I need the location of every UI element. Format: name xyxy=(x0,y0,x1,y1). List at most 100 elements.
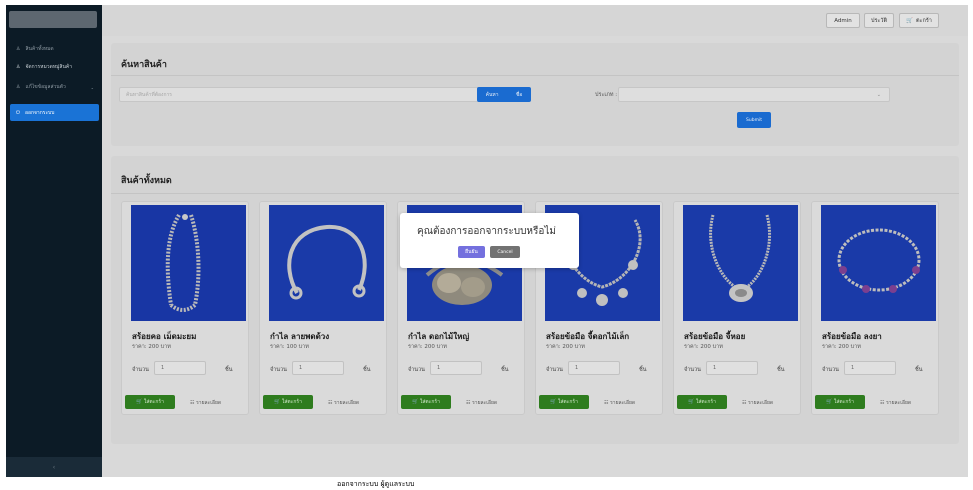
category-label: ประเภท : xyxy=(595,92,618,98)
person-icon: ♙ xyxy=(16,84,21,90)
search-input[interactable]: ค้นหาสินค้าที่ต้องการ xyxy=(119,87,481,102)
sidebar-item-logout[interactable]: ⏻ ออกจากระบบ xyxy=(10,104,99,121)
details-button[interactable]: ☷ รายละเอียด xyxy=(328,399,359,407)
product-name: สร้อยคอ เม็ดมะยม xyxy=(132,332,197,341)
sidebar-item-label: จัดการหมวดหมู่สินค้า xyxy=(25,64,73,70)
product-image[interactable] xyxy=(683,205,798,321)
unit-label: ชิ้น xyxy=(501,367,509,373)
submit-label: Submit xyxy=(746,117,762,123)
product-price: ราคา: 200 บาท xyxy=(546,344,585,350)
details-button[interactable]: ☷ รายละเอียด xyxy=(604,399,635,407)
sidebar-item-categories[interactable]: ♙ จัดการหมวดหมู่สินค้า xyxy=(6,60,102,74)
cancel-button[interactable]: Cancel xyxy=(490,246,520,258)
details-button[interactable]: ☷ รายละเอียด xyxy=(466,399,497,407)
product-name: กำไล ลายพดด้วง xyxy=(270,332,330,341)
quantity-input[interactable]: 1 xyxy=(154,361,206,375)
person-icon: ♙ xyxy=(16,46,21,52)
add-to-cart-button[interactable]: 🛒 ใส่ตะกร้า xyxy=(677,395,727,409)
quantity-label: จำนวน xyxy=(822,367,839,373)
quantity-input[interactable]: 1 xyxy=(430,361,482,375)
product-price: ราคา: 200 บาท xyxy=(408,344,447,350)
cart-label: ตะกร้า xyxy=(915,17,932,24)
admin-label: Admin xyxy=(834,17,852,24)
quantity-label: จำนวน xyxy=(684,367,701,373)
sidebar: ♙ สินค้าทั้งหมด ♙ จัดการหมวดหมู่สินค้า ♙… xyxy=(6,5,102,477)
sidebar-item-label: สินค้าทั้งหมด xyxy=(25,46,54,52)
product-card: สร้อยข้อมือ จี้หอย ราคา: 200 บาท จำนวน 1… xyxy=(673,201,801,415)
product-card: สร้อยข้อมือ ลงยา ราคา: 200 บาท จำนวน 1 ช… xyxy=(811,201,939,415)
product-image[interactable] xyxy=(131,205,246,321)
sidebar-item-label: แก้ไขข้อมูลส่วนตัว xyxy=(25,84,66,90)
chevron-down-icon: ⌄ xyxy=(90,84,94,90)
quantity-label: จำนวน xyxy=(270,367,287,373)
quantity-value: 1 xyxy=(437,365,441,371)
unit-label: ชิ้น xyxy=(225,367,233,373)
sidebar-item-label: ออกจากระบบ xyxy=(24,109,55,116)
divider xyxy=(111,75,959,76)
unit-label: ชิ้น xyxy=(777,367,785,373)
search-panel-title: ค้นหาสินค้า xyxy=(121,60,167,70)
topbar: Admin ประวัติ 🛒 ตะกร้า xyxy=(102,5,968,36)
quantity-value: 1 xyxy=(161,365,165,371)
details-button[interactable]: ☷ รายละเอียด xyxy=(742,399,773,407)
unit-label: ชิ้น xyxy=(363,367,371,373)
product-price: ราคา: 200 บาท xyxy=(132,344,171,350)
search-button[interactable]: ค้นหา ชื่อ xyxy=(477,87,531,102)
unit-label: ชิ้น xyxy=(915,367,923,373)
chevron-down-icon: ⌄ xyxy=(876,91,881,98)
product-price: ราคา: 100 บาท xyxy=(270,344,309,350)
add-to-cart-button[interactable]: 🛒 ใส่ตะกร้า xyxy=(539,395,589,409)
sidebar-collapse-button[interactable]: ‹ xyxy=(6,457,102,477)
quantity-input[interactable]: 1 xyxy=(844,361,896,375)
search-label: ค้นหา xyxy=(485,91,499,98)
add-to-cart-button[interactable]: 🛒 ใส่ตะกร้า xyxy=(401,395,451,409)
product-price: ราคา: 200 บาท xyxy=(684,344,723,350)
quantity-label: จำนวน xyxy=(546,367,563,373)
logout-confirm-dialog: คุณต้องการออกจากระบบหรือไม่ ยืนยัน Cance… xyxy=(400,213,579,268)
cancel-label: Cancel xyxy=(497,249,513,255)
chevron-left-icon: ‹ xyxy=(52,463,56,471)
sidebar-item-profile[interactable]: ♙ แก้ไขข้อมูลส่วนตัว ⌄ xyxy=(6,80,102,94)
add-to-cart-button[interactable]: 🛒 ใส่ตะกร้า xyxy=(125,395,175,409)
product-image[interactable] xyxy=(269,205,384,321)
search-by-label: ชื่อ xyxy=(515,91,523,98)
quantity-input[interactable]: 1 xyxy=(706,361,758,375)
quantity-value: 1 xyxy=(713,365,717,371)
product-name: สร้อยข้อมือ จี้ดอกไม้เล็ก xyxy=(546,332,630,341)
unit-label: ชิ้น xyxy=(639,367,647,373)
quantity-input[interactable]: 1 xyxy=(292,361,344,375)
product-price: ราคา: 200 บาท xyxy=(822,344,861,350)
quantity-value: 1 xyxy=(575,365,579,371)
submit-button[interactable]: Submit xyxy=(737,112,771,128)
divider xyxy=(111,193,959,194)
cart-icon: 🛒 xyxy=(906,17,913,24)
dialog-message: คุณต้องการออกจากระบบหรือไม่ xyxy=(417,226,557,237)
confirm-label: ยืนยัน xyxy=(465,249,478,255)
sidebar-item-all-products[interactable]: ♙ สินค้าทั้งหมด xyxy=(6,42,102,56)
quantity-value: 1 xyxy=(299,365,303,371)
products-panel-title: สินค้าทั้งหมด xyxy=(121,176,172,186)
logout-icon: ⏻ xyxy=(16,109,20,116)
history-button[interactable]: ประวัติ xyxy=(864,13,894,28)
add-to-cart-button[interactable]: 🛒 ใส่ตะกร้า xyxy=(263,395,313,409)
logo xyxy=(9,11,97,28)
quantity-input[interactable]: 1 xyxy=(568,361,620,375)
confirm-button[interactable]: ยืนยัน xyxy=(458,246,485,258)
product-card: กำไล ลายพดด้วง ราคา: 100 บาท จำนวน 1 ชิ้… xyxy=(259,201,387,415)
details-button[interactable]: ☷ รายละเอียด xyxy=(190,399,221,407)
product-name: กำไล ดอกไม้ใหญ่ xyxy=(408,332,470,341)
product-card: สร้อยคอ เม็ดมะยม ราคา: 200 บาท จำนวน 1 ช… xyxy=(121,201,249,415)
history-label: ประวัติ xyxy=(870,17,888,24)
admin-button[interactable]: Admin xyxy=(826,13,860,28)
cart-button[interactable]: 🛒 ตะกร้า xyxy=(899,13,939,28)
search-placeholder: ค้นหาสินค้าที่ต้องการ xyxy=(126,91,172,98)
quantity-label: จำนวน xyxy=(132,367,149,373)
figure-caption: ออกจากระบบ ผู้ดูแลระบบ xyxy=(337,480,415,488)
product-image[interactable] xyxy=(821,205,936,321)
quantity-value: 1 xyxy=(851,365,855,371)
product-name: สร้อยข้อมือ จี้หอย xyxy=(684,332,746,341)
person-icon: ♙ xyxy=(16,64,21,70)
add-to-cart-button[interactable]: 🛒 ใส่ตะกร้า xyxy=(815,395,865,409)
details-button[interactable]: ☷ รายละเอียด xyxy=(880,399,911,407)
category-select[interactable]: ⌄ xyxy=(618,87,890,102)
